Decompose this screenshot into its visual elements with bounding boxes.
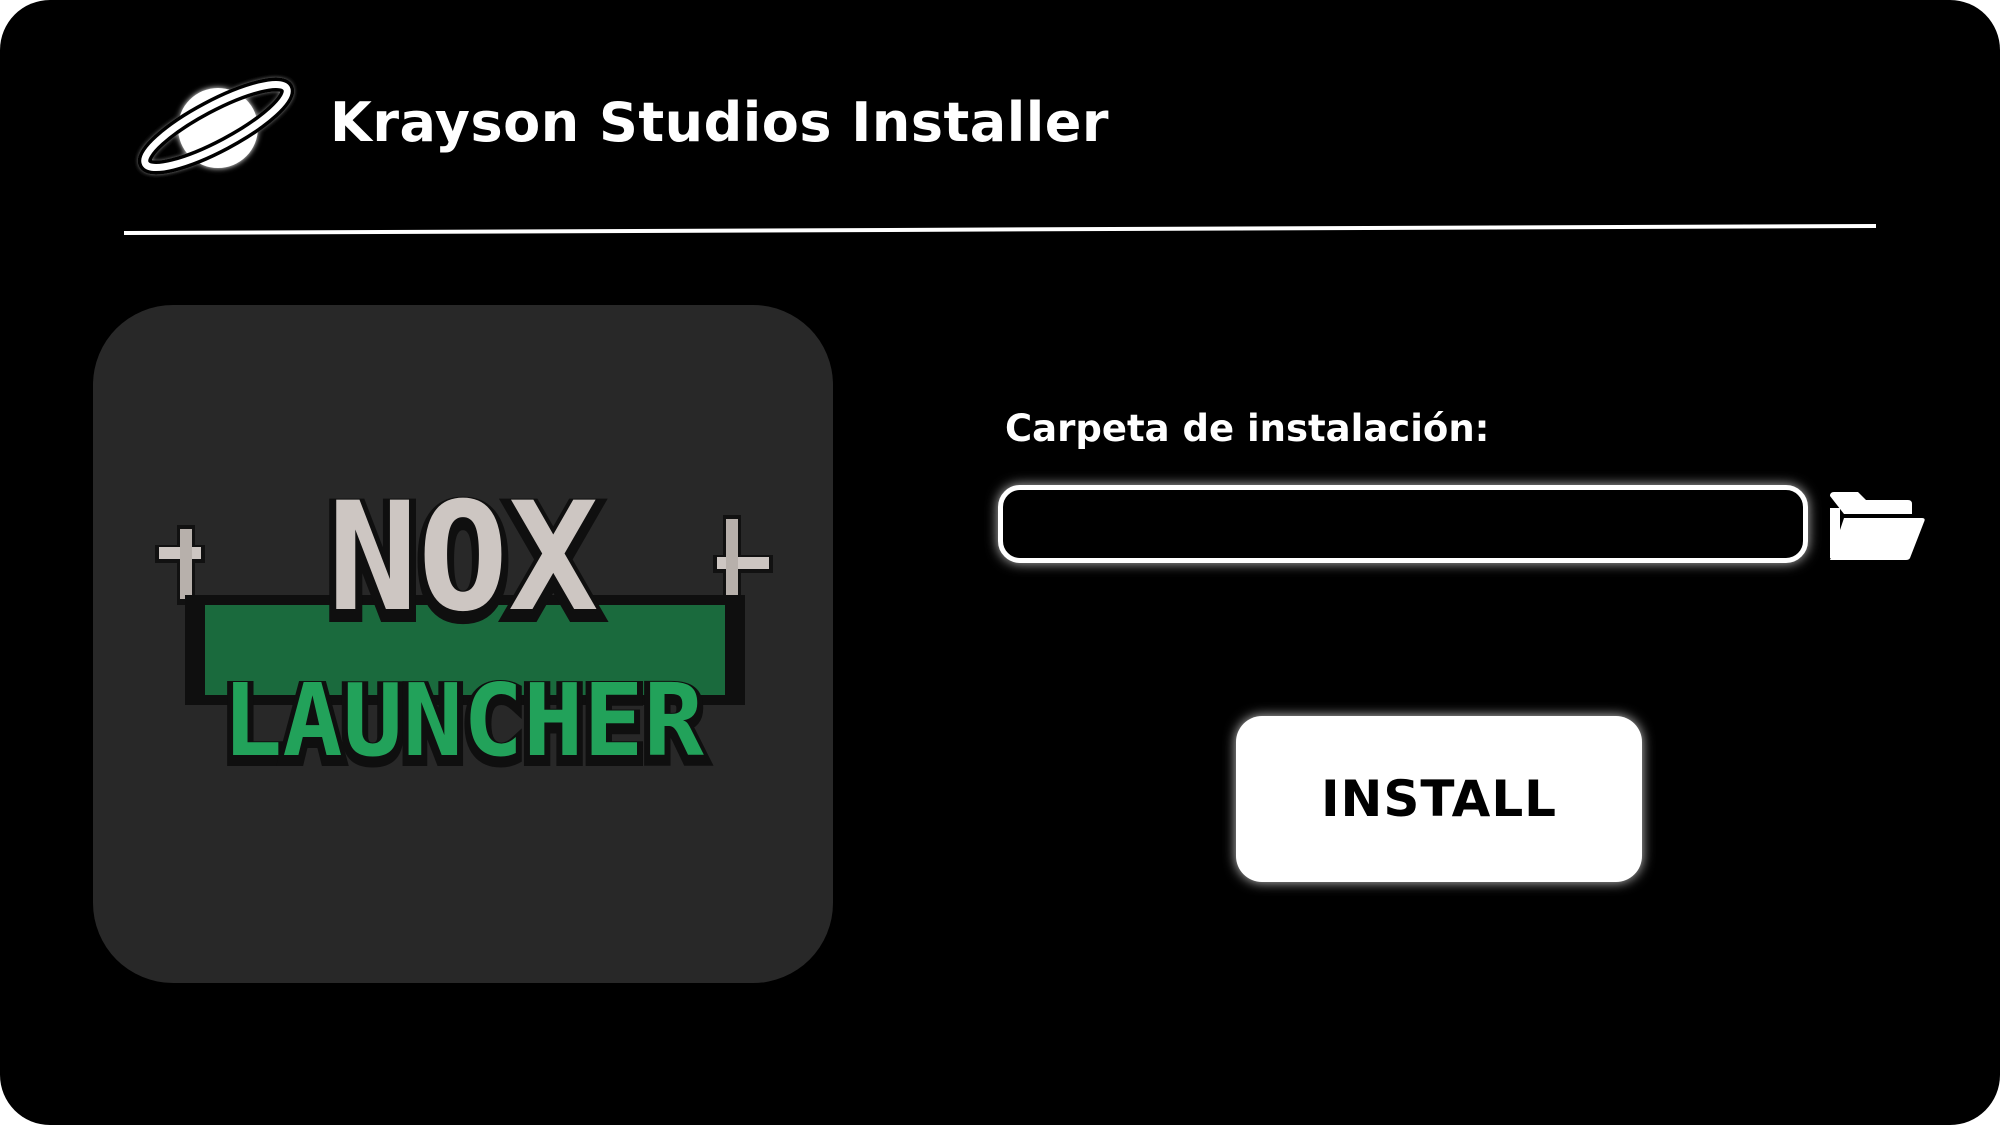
install-button[interactable]: INSTALL bbox=[1236, 716, 1642, 882]
install-folder-label: Carpeta de instalación: bbox=[1005, 407, 1490, 450]
installer-window: Krayson Studios Installer NOX NOX LAUNCH… bbox=[0, 0, 2000, 1125]
planet-icon bbox=[137, 77, 295, 175]
install-path-input[interactable] bbox=[998, 485, 1808, 563]
folder-open-icon[interactable] bbox=[1826, 488, 1926, 564]
nox-launcher-logo: NOX NOX LAUNCHER LAUNCHER bbox=[155, 485, 773, 775]
left-plus-mark bbox=[155, 525, 205, 605]
header-divider bbox=[124, 224, 1876, 235]
logo-line1: NOX bbox=[328, 485, 599, 645]
product-logo-panel: NOX NOX LAUNCHER LAUNCHER bbox=[93, 305, 833, 983]
logo-line2: LAUNCHER bbox=[222, 662, 704, 775]
app-title: Krayson Studios Installer bbox=[330, 91, 1109, 154]
